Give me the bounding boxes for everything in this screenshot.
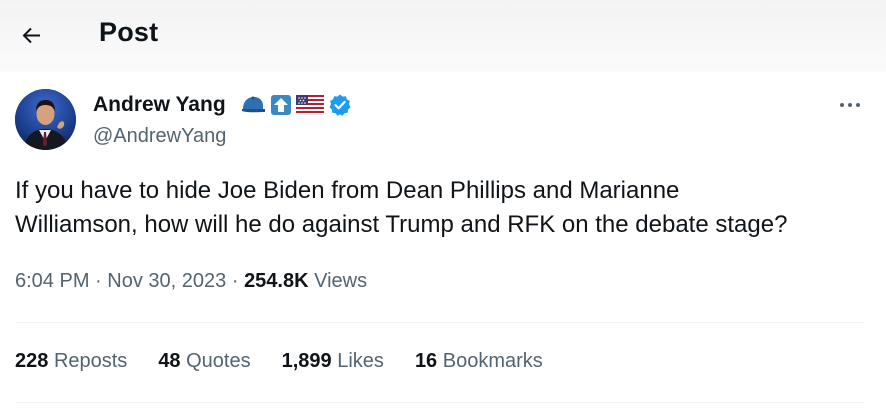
meta-separator: · [95, 270, 102, 292]
stat-label: Reposts [53, 350, 128, 372]
stat-likes[interactable]: 1,899 Likes [282, 350, 384, 373]
views-label: Views [314, 270, 368, 292]
up-arrow-icon [270, 94, 292, 116]
divider [15, 402, 865, 403]
stat-count: 16 [414, 350, 438, 372]
post-text: If you have to hide Joe Biden from Dean … [15, 174, 875, 242]
divider [15, 322, 865, 323]
meta-separator: · [231, 270, 239, 292]
arrow-left-icon [22, 27, 40, 44]
us-flag-icon [296, 95, 324, 115]
stat-bookmarks[interactable]: 16 Bookmarks [415, 350, 543, 373]
avatar[interactable] [15, 89, 76, 150]
blue-cap-icon [240, 94, 266, 116]
top-header: Post [0, 0, 886, 72]
post-text-line: Williamson, how will he do against Trump… [15, 211, 788, 238]
stat-count: 48 [158, 350, 181, 372]
more-options-button[interactable] [830, 90, 870, 120]
post-stats: 228 Reposts 48 Quotes 1,899 Likes 16 Boo… [15, 350, 574, 373]
stat-quotes[interactable]: 48 Quotes [158, 350, 250, 373]
stat-count: 228 [15, 350, 49, 372]
page-title: Post [99, 17, 159, 47]
back-button[interactable] [12, 15, 52, 55]
post-date[interactable]: Nov 30, 2023 [107, 270, 226, 292]
stat-label: Quotes [186, 350, 251, 372]
author-badges [240, 91, 356, 119]
more-dots-icon [840, 103, 860, 107]
post-text-line: If you have to hide Joe Biden from Dean … [15, 177, 680, 204]
post-meta: 6:04 PM · Nov 30, 2023 · 254.8K Views [15, 270, 367, 293]
stat-reposts[interactable]: 228 Reposts [15, 350, 127, 373]
author-name[interactable]: Andrew Yang [93, 93, 226, 117]
stat-count: 1,899 [281, 350, 332, 372]
verified-badge-icon[interactable] [328, 93, 352, 117]
post-time[interactable]: 6:04 PM [15, 270, 89, 292]
author-handle[interactable]: @AndrewYang [93, 125, 226, 148]
avatar-image [15, 89, 76, 150]
stat-label: Likes [337, 350, 384, 372]
views-count: 254.8K [244, 270, 309, 292]
stat-label: Bookmarks [442, 350, 543, 372]
